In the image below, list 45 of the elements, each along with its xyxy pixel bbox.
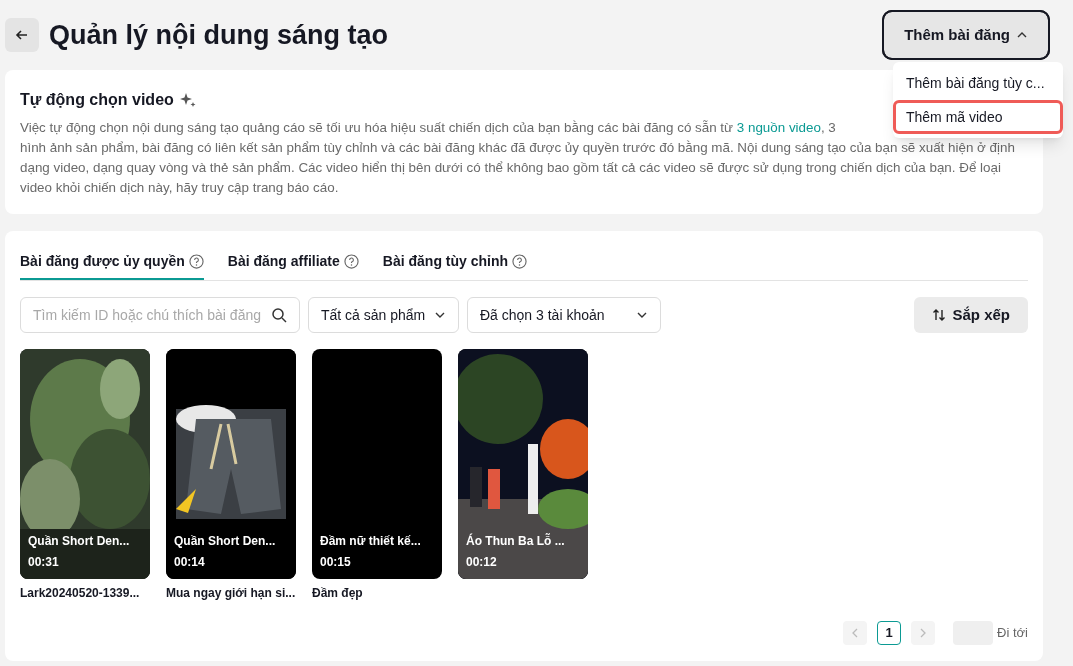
go-to-label: Đi tới <box>997 624 1028 643</box>
menu-item[interactable]: Thêm bài đăng tùy c... <box>893 66 1063 100</box>
video-sources-link[interactable]: 3 nguồn video <box>736 120 821 135</box>
video-thumbnail[interactable]: Quần Short Den... 00:14 <box>166 349 296 579</box>
tab[interactable]: Bài đăng affiliate <box>227 251 359 280</box>
help-icon <box>343 254 359 269</box>
page-button[interactable]: 1 <box>877 621 902 645</box>
chevron-left-icon <box>851 628 860 638</box>
page-title: Quản lý nội dung sáng tạo <box>49 18 388 52</box>
help-icon <box>512 254 528 269</box>
video-duration: 00:15 <box>320 554 352 571</box>
previous-page-button[interactable] <box>843 621 868 645</box>
next-page-button[interactable] <box>911 621 936 645</box>
account-dropdown[interactable]: Đã chọn 3 tài khoản <box>467 297 661 333</box>
product-dropdown[interactable]: Tất cả sản phẩm <box>308 297 459 333</box>
sparkle-icon <box>179 92 196 108</box>
video-caption: Đầm đẹp <box>312 585 364 602</box>
help-icon <box>188 254 204 269</box>
chevron-right-icon <box>919 628 928 638</box>
video-title: Quần Short Den... <box>174 533 276 550</box>
video-duration: 00:31 <box>28 554 60 571</box>
chevron-up-icon <box>1016 31 1028 39</box>
video-caption: Lark20240520-1339... <box>20 585 141 602</box>
search-field[interactable]: Tìm kiếm ID hoặc chú thích bài đăng <box>20 297 300 333</box>
back-button[interactable] <box>5 18 39 52</box>
chevron-down-icon <box>434 311 446 319</box>
video-thumbnail[interactable]: Quần Short Den... 00:31 <box>20 349 150 579</box>
video-thumbnail[interactable]: Đầm nữ thiết kế... 00:15 <box>312 349 442 579</box>
video-title: Quần Short Den... <box>28 533 130 550</box>
menu-item[interactable]: Thêm mã video <box>893 100 1063 134</box>
sort-button[interactable]: Sắp xếp <box>914 297 1028 333</box>
video-thumbnail[interactable]: Áo Thun Ba Lỗ ... 00:12 <box>458 349 588 579</box>
sort-icon <box>932 308 947 322</box>
tab[interactable]: Bài đăng tùy chỉnh <box>382 251 528 280</box>
section-title: Tự động chọn video <box>20 90 174 110</box>
tab[interactable]: Bài đăng được ủy quyền <box>20 251 204 280</box>
video-title: Đầm nữ thiết kế... <box>320 533 421 550</box>
search-icon <box>271 307 287 323</box>
add-post-button[interactable]: Thêm bài đăng <box>884 12 1048 58</box>
video-duration: 00:14 <box>174 554 206 571</box>
video-duration: 00:12 <box>466 554 498 571</box>
back-arrow-icon <box>15 28 29 42</box>
video-title: Áo Thun Ba Lỗ ... <box>466 532 565 550</box>
video-caption: Mua ngay giới hạn si... <box>166 585 296 602</box>
chevron-down-icon <box>636 311 648 319</box>
